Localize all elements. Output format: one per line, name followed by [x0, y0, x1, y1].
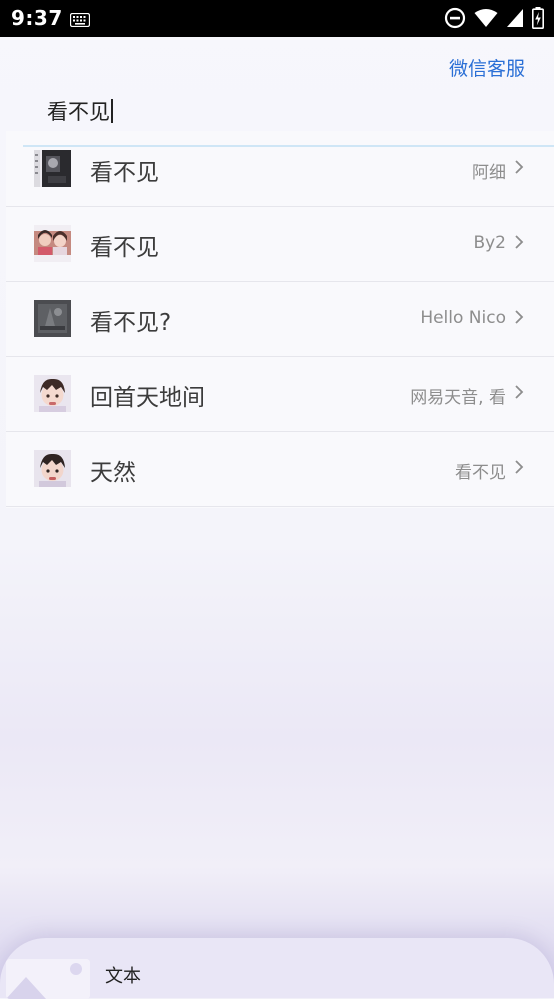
album-cover-duo-icon [34, 225, 71, 262]
bottom-sheet-label: 文本 [105, 966, 141, 987]
battery-charging-icon [532, 7, 544, 29]
chevron-right-icon [514, 459, 524, 479]
do-not-disturb-icon [444, 7, 466, 29]
result-subtitle: By2 [473, 233, 506, 253]
keyboard-icon [69, 12, 91, 31]
album-cover-grey-icon [34, 300, 71, 337]
result-title: 看不见 [90, 160, 159, 186]
status-bar: 9:37 [0, 0, 554, 37]
chevron-right-icon [514, 234, 524, 254]
result-row[interactable]: 回首天地间 网易天音, 看 [6, 356, 554, 432]
result-subtitle: 阿细 [472, 163, 506, 183]
chevron-right-icon [514, 159, 524, 179]
album-cover-dark-icon [34, 150, 71, 187]
anime-avatar-icon [34, 450, 71, 487]
search-query-text: 看不见 [47, 100, 110, 124]
status-icons [444, 7, 544, 29]
search-input[interactable]: 看不见 [47, 96, 113, 126]
bottom-sheet[interactable]: 文本 [0, 938, 554, 999]
suggestion-panel: 看不见 阿细 看不见 By2 看不见? Hello Nico 回首天地间 网易天… [6, 131, 554, 508]
result-subtitle: 网易天音, 看 [410, 388, 506, 408]
anime-avatar-icon [34, 375, 71, 412]
result-row[interactable]: 天然 看不见 [6, 431, 554, 507]
signal-icon [506, 8, 524, 28]
text-caret [111, 99, 113, 123]
result-row[interactable]: 看不见 阿细 [6, 131, 554, 207]
text-preview-thumbnail [6, 959, 90, 999]
result-row[interactable]: 看不见 By2 [6, 206, 554, 282]
result-subtitle: Hello Nico [420, 308, 506, 328]
result-title: 天然 [90, 460, 136, 486]
result-subtitle: 看不见 [455, 463, 506, 483]
result-title: 看不见 [90, 235, 159, 261]
chevron-right-icon [514, 309, 524, 329]
result-row[interactable]: 看不见? Hello Nico [6, 281, 554, 357]
chevron-right-icon [514, 384, 524, 404]
result-title: 看不见? [90, 310, 172, 336]
result-title: 回首天地间 [90, 385, 205, 411]
status-time: 9:37 [11, 6, 63, 30]
wechat-service-link[interactable]: 微信客服 [449, 54, 525, 81]
wifi-icon [474, 8, 498, 28]
